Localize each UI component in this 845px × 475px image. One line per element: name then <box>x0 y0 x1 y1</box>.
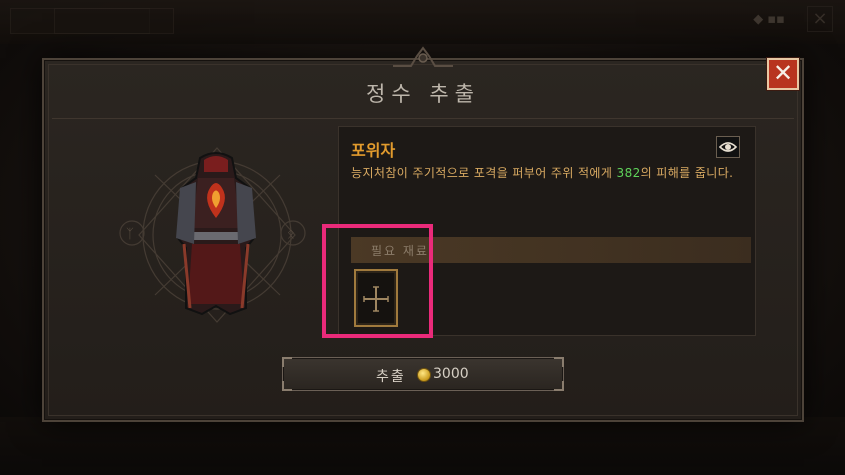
aspect-description: 능지처참이 주기적으로 포격을 퍼부어 주위 적에게 382의 피해를 줍니다. <box>351 163 751 183</box>
corner-ornament <box>282 381 292 391</box>
svg-text:ᛟ: ᛟ <box>287 227 295 242</box>
background-close-button: × <box>807 6 833 32</box>
background-tab <box>54 8 174 34</box>
description-text-end: 의 피해를 줍니다. <box>640 166 734 180</box>
eye-icon <box>718 142 738 152</box>
dialog-title: 정수 추출 <box>366 82 480 106</box>
close-icon: ✕ <box>772 59 794 87</box>
highlight-box <box>322 224 433 338</box>
title-ornament-icon <box>393 46 453 67</box>
extract-button[interactable]: 추출 3000 <box>282 357 564 391</box>
gold-coin-icon <box>417 368 431 382</box>
corner-ornament <box>554 381 564 391</box>
preview-button[interactable] <box>716 136 740 158</box>
background-topbar: ◆ ▪▪ × <box>0 0 845 44</box>
corner-ornament <box>282 357 292 367</box>
background-bottom-bar <box>0 417 845 475</box>
aspect-name: 포위자 <box>351 141 396 160</box>
extract-cost: 3000 <box>433 366 469 382</box>
svg-text:ᛉ: ᛉ <box>126 227 134 242</box>
extract-label: 추출 <box>376 369 406 385</box>
title-divider <box>52 118 794 119</box>
corner-ornament <box>554 357 564 367</box>
armor-item-icon <box>176 152 256 316</box>
description-text: 능지처참이 주기적으로 포격을 퍼부어 주위 적에게 <box>351 166 617 180</box>
close-button[interactable]: ✕ <box>767 58 799 90</box>
description-value: 382 <box>616 166 641 180</box>
background-gold-label: ◆ ▪▪ <box>753 12 785 27</box>
